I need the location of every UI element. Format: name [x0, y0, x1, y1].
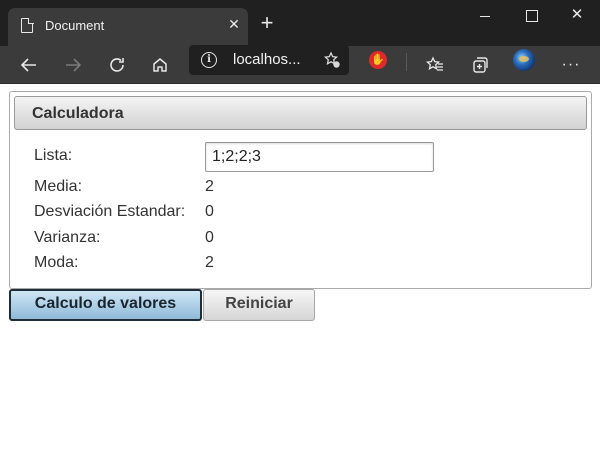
window-minimize-button[interactable] [462, 0, 508, 32]
document-icon [21, 17, 34, 33]
list-input[interactable] [205, 142, 434, 172]
toolbar-separator [406, 53, 407, 71]
site-info-icon[interactable]: i [201, 52, 217, 68]
list-label: Lista: [34, 147, 73, 164]
variance-value: 0 [205, 229, 214, 246]
new-tab-button[interactable]: + [256, 11, 278, 35]
panel-title: Calculadora [32, 105, 124, 122]
profile-avatar-icon[interactable] [513, 49, 535, 71]
tab-title: Document [45, 18, 105, 33]
calculator-panel: Calculadora Lista: Media: 2 Desviación E… [9, 91, 592, 289]
panel-header: Calculadora [14, 96, 587, 130]
std-dev-value: 0 [205, 203, 214, 220]
mode-value: 2 [205, 254, 214, 271]
home-icon[interactable] [145, 50, 175, 80]
window-maximize-button[interactable] [508, 0, 554, 32]
tab-close-icon[interactable]: ✕ [224, 14, 244, 34]
mean-label: Media: [34, 178, 83, 195]
variance-label: Varianza: [34, 229, 101, 246]
more-icon[interactable]: ··· [556, 50, 586, 80]
std-dev-label: Desviación Estandar: [34, 203, 186, 220]
add-favorite-icon[interactable] [321, 49, 343, 71]
extension-icon[interactable]: ✋ [369, 51, 387, 69]
window-close-button[interactable]: ✕ [554, 0, 600, 32]
calculate-button[interactable]: Calculo de valores [9, 289, 202, 321]
page-content: Calculadora Lista: Media: 2 Desviación E… [0, 85, 600, 452]
browser-tab[interactable]: Document ✕ [8, 8, 248, 46]
favorites-icon[interactable] [420, 50, 450, 80]
reset-button[interactable]: Reiniciar [203, 289, 315, 321]
mode-label: Moda: [34, 254, 79, 271]
forward-arrow-icon[interactable] [58, 50, 88, 80]
browser-title-bar: Document ✕ + ✕ [0, 0, 600, 46]
address-bar[interactable]: i localhos... [189, 45, 349, 75]
refresh-icon[interactable] [102, 50, 132, 80]
back-arrow-icon[interactable] [14, 50, 44, 80]
address-text[interactable]: localhos... [233, 51, 301, 68]
collections-icon[interactable] [465, 50, 495, 80]
mean-value: 2 [205, 178, 214, 195]
